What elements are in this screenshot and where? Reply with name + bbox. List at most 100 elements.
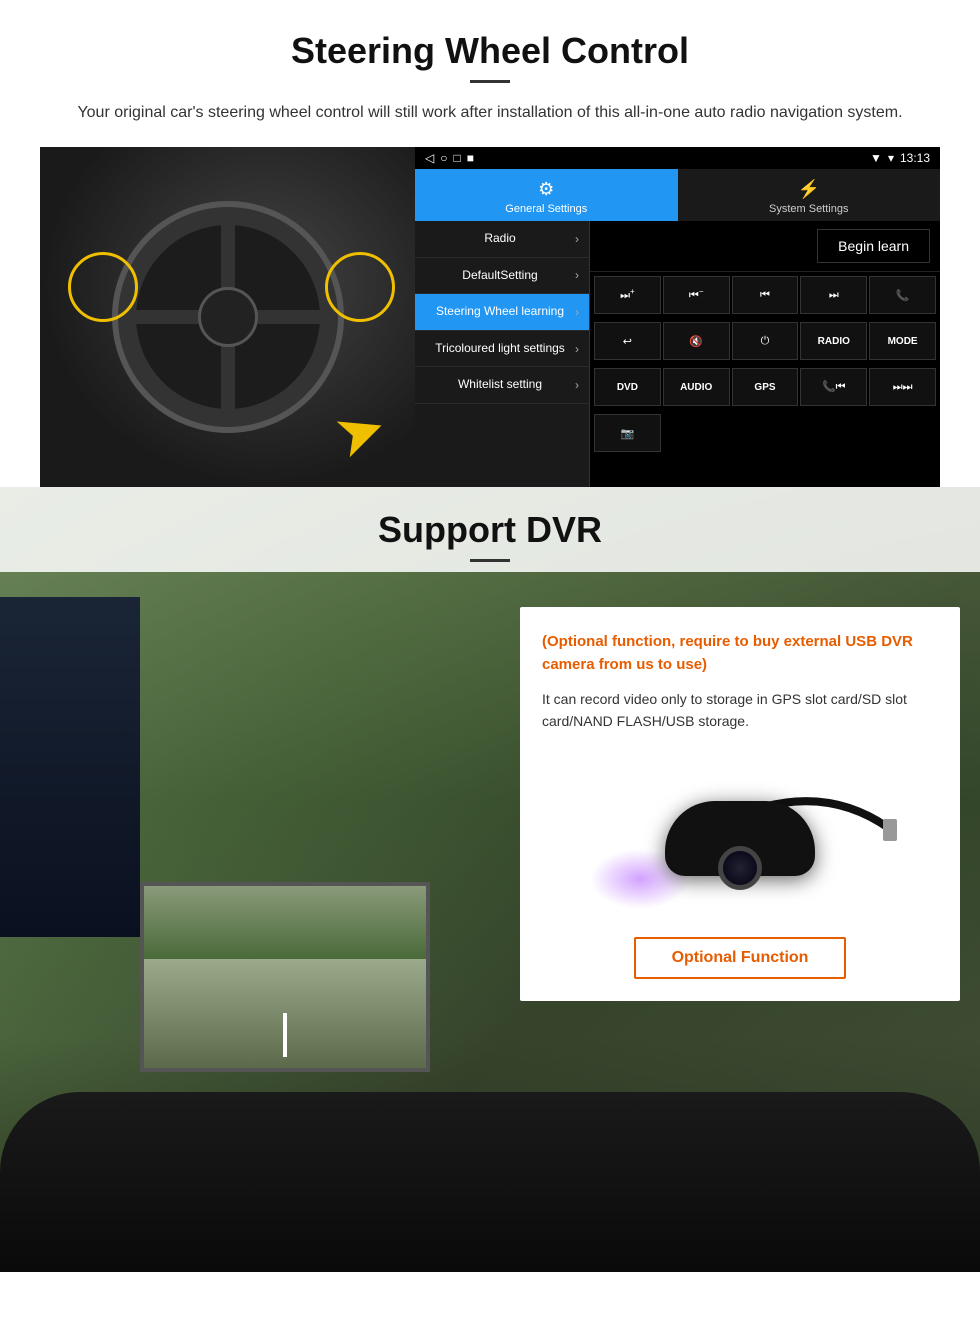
ctrl-audio[interactable]: AUDIO (663, 368, 730, 406)
dvr-camera-body-group (665, 801, 815, 876)
ctrl-vol-up[interactable]: ⏭+ (594, 276, 661, 314)
chevron-right-icon: › (575, 268, 579, 282)
tab-general-label: General Settings (505, 203, 587, 215)
begin-learn-row: Begin learn (590, 221, 940, 272)
menu-item-steering-wheel[interactable]: Steering Wheel learning › (415, 294, 589, 331)
mode-label: MODE (888, 336, 918, 347)
gps-label: GPS (754, 382, 775, 393)
gear-icon: ⚙ (538, 179, 554, 200)
android-statusbar: ◁ ○ □ ■ ▼ ▾ 13:13 (415, 147, 940, 169)
circle-highlight-left (68, 252, 138, 322)
dvr-description: It can record video only to storage in G… (542, 688, 938, 733)
menu-item-tricoloured[interactable]: Tricoloured light settings › (415, 331, 589, 368)
dvr-camera-lens (718, 846, 762, 890)
ctrl-radio[interactable]: RADIO (800, 322, 867, 360)
dvr-dashboard-interior (0, 1092, 980, 1272)
vol-down-icon: ⏮− (689, 287, 704, 303)
status-signal-icon: ▼ (870, 151, 882, 165)
settings-menu-list: Radio › DefaultSetting › Steering Wheel … (415, 221, 590, 487)
phone-prev-icon: 📞⏮ (822, 380, 846, 394)
ctrl-camera[interactable]: 📷 (594, 414, 661, 452)
begin-learn-button[interactable]: Begin learn (817, 229, 930, 263)
tab-system-settings[interactable]: ⚡ System Settings (678, 169, 941, 221)
menu-steering-label: Steering Wheel learning (425, 304, 575, 320)
ctrl-next-track[interactable]: ⏭ (800, 276, 867, 314)
nav-back-icon: ◁ (425, 151, 434, 165)
dvr-car-left-view (0, 597, 140, 937)
control-grid-row3: DVD AUDIO GPS 📞⏮ ⏭⏭ (590, 364, 940, 410)
ctrl-phone[interactable]: 📞 (869, 276, 936, 314)
control-grid-row1: ⏭+ ⏮− ⏮ ⏭ 📞 (590, 272, 940, 318)
ctrl-vol-down[interactable]: ⏮− (663, 276, 730, 314)
dvr-optional-notice: (Optional function, require to buy exter… (542, 631, 938, 676)
steering-content-area: ➤ ◁ ○ □ ■ ▼ ▾ 13:13 ⚙ General Settings (40, 147, 940, 487)
next-track-icon: ⏭ (829, 289, 839, 302)
hangup-icon: ↩ (623, 335, 632, 348)
steering-wheel-image: ➤ (40, 147, 415, 487)
status-wifi-icon: ▾ (888, 151, 894, 165)
menu-whitelist-label: Whitelist setting (425, 377, 575, 393)
ctrl-phone-prev[interactable]: 📞⏮ (800, 368, 867, 406)
menu-controls-area: Radio › DefaultSetting › Steering Wheel … (415, 221, 940, 487)
title-divider (470, 80, 510, 83)
control-grid-row4: 📷 (590, 410, 940, 456)
tab-system-label: System Settings (769, 203, 848, 215)
nav-home-icon: ○ (440, 151, 447, 165)
steering-title: Steering Wheel Control (40, 30, 940, 72)
steering-controls-panel: Begin learn ⏭+ ⏮− ⏮ (590, 221, 940, 487)
dvr-camera-body (665, 801, 815, 876)
ctrl-hang-up[interactable]: ↩ (594, 322, 661, 360)
chevron-right-active-icon: › (575, 305, 579, 319)
control-grid-row2: ↩ 🔇 ⏻ RADIO MODE (590, 318, 940, 364)
nav-menu-icon: ■ (467, 151, 474, 165)
menu-item-radio[interactable]: Radio › (415, 221, 589, 258)
menu-default-label: DefaultSetting (425, 268, 575, 284)
ctrl-prev-track[interactable]: ⏮ (732, 276, 799, 314)
dvr-title-block: Support DVR (0, 487, 980, 572)
wheel-outer-ring (118, 207, 338, 427)
dvr-road-preview (140, 882, 430, 1072)
audio-label: AUDIO (680, 382, 712, 393)
chevron-right-icon: › (575, 378, 579, 392)
ctrl-fast-fwd[interactable]: ⏭⏭ (869, 368, 936, 406)
wheel-simulation: ➤ (40, 147, 415, 487)
ctrl-gps[interactable]: GPS (732, 368, 799, 406)
ctrl-mode[interactable]: MODE (869, 322, 936, 360)
chevron-right-icon: › (575, 342, 579, 356)
steering-subtitle: Your original car's steering wheel contr… (40, 101, 940, 125)
arrow-indicator: ➤ (324, 391, 395, 474)
optional-function-button[interactable]: Optional Function (634, 937, 847, 979)
ctrl-dvd[interactable]: DVD (594, 368, 661, 406)
wheel-center (198, 287, 258, 347)
ctrl-power[interactable]: ⏻ (732, 322, 799, 360)
circle-highlight-right (325, 252, 395, 322)
camera-icon: 📷 (621, 427, 635, 440)
power-icon: ⏻ (761, 335, 770, 348)
system-icon: ⚡ (798, 179, 820, 200)
dvr-title-divider (470, 559, 510, 562)
dvr-title: Support DVR (0, 509, 980, 551)
settings-tab-row: ⚙ General Settings ⚡ System Settings (415, 169, 940, 221)
dvr-road-line (283, 1013, 287, 1057)
menu-tricoloured-label: Tricoloured light settings (425, 341, 575, 357)
dvr-section: Support DVR (Optional function, require … (0, 487, 980, 1272)
dvr-road-surface (144, 959, 426, 1068)
nav-recents-icon: □ (453, 151, 460, 165)
phone-icon: 📞 (896, 289, 910, 302)
menu-item-default[interactable]: DefaultSetting › (415, 258, 589, 295)
steering-section: Steering Wheel Control Your original car… (0, 0, 980, 487)
usb-connector (883, 819, 897, 841)
dvr-camera-image (542, 749, 938, 929)
tab-general-settings[interactable]: ⚙ General Settings (415, 169, 678, 221)
android-ui-panel: ◁ ○ □ ■ ▼ ▾ 13:13 ⚙ General Settings ⚡ S… (415, 147, 940, 487)
dvr-preview-inner (144, 886, 426, 1068)
status-time: 13:13 (900, 151, 930, 165)
fast-fwd-icon: ⏭⏭ (893, 381, 913, 394)
optional-button-container: Optional Function (542, 937, 938, 979)
mute-icon: 🔇 (689, 335, 703, 348)
ctrl-mute[interactable]: 🔇 (663, 322, 730, 360)
dvd-label: DVD (617, 382, 638, 393)
dvr-info-box: (Optional function, require to buy exter… (520, 607, 960, 1001)
menu-item-whitelist[interactable]: Whitelist setting › (415, 367, 589, 404)
menu-radio-label: Radio (425, 231, 575, 247)
